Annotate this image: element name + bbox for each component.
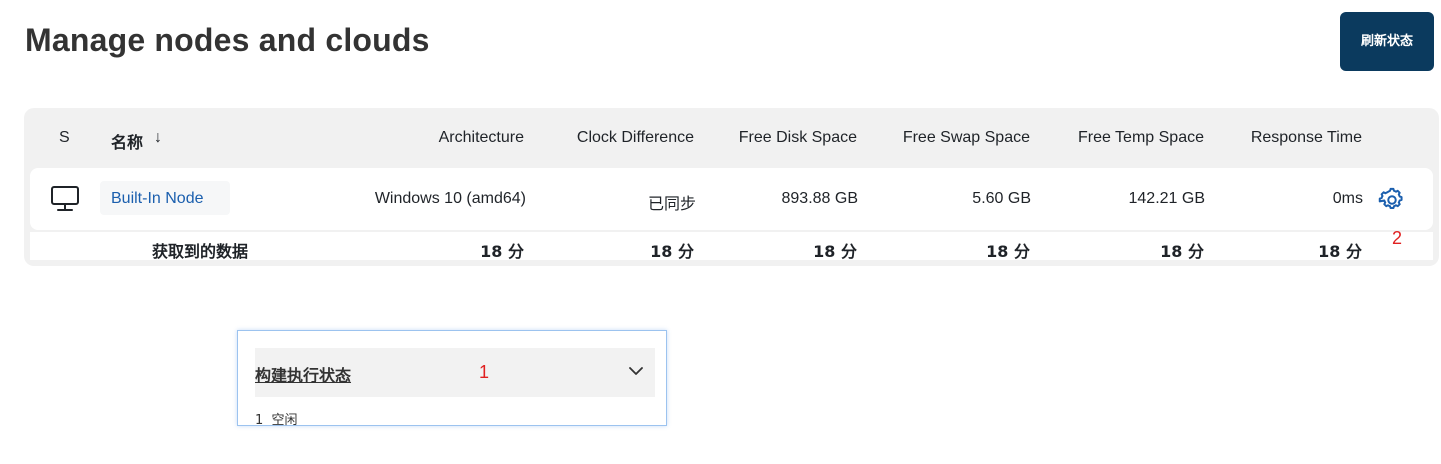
executor-item: 1 空闲 bbox=[255, 409, 298, 428]
cell-architecture: Windows 10 (amd64) bbox=[374, 190, 526, 207]
page-title: Manage nodes and clouds bbox=[25, 22, 430, 58]
footer-free-temp-space: 18 分 bbox=[1160, 242, 1204, 261]
header-response-time[interactable]: Response Time bbox=[1222, 129, 1362, 147]
footer-response-time: 18 分 bbox=[1318, 242, 1362, 261]
monitor-icon bbox=[50, 185, 80, 218]
node-name-link[interactable]: Built-In Node bbox=[111, 190, 204, 208]
header-free-temp-space[interactable]: Free Temp Space bbox=[1054, 129, 1204, 147]
footer-free-disk-space: 18 分 bbox=[813, 242, 857, 261]
node-link-background: Built-In Node bbox=[100, 181, 230, 215]
build-executor-status-header[interactable]: 构建执行状态 bbox=[255, 348, 655, 397]
header-status[interactable]: S bbox=[59, 129, 70, 147]
header-name[interactable]: 名称 bbox=[111, 129, 143, 153]
footer-clock-difference: 18 分 bbox=[650, 242, 694, 261]
cell-response-time: 0ms bbox=[1332, 190, 1363, 207]
executor-status: 空闲 bbox=[271, 413, 298, 428]
cell-free-swap-space: 5.60 GB bbox=[972, 190, 1031, 207]
build-executor-status-title[interactable]: 构建执行状态 bbox=[255, 362, 351, 386]
header-free-disk-space[interactable]: Free Disk Space bbox=[717, 129, 857, 147]
executor-number: 1 bbox=[255, 413, 264, 428]
refresh-status-button[interactable]: 刷新状态 bbox=[1340, 12, 1434, 71]
cell-clock-difference: 已同步 bbox=[647, 194, 696, 213]
footer-free-swap-space: 18 分 bbox=[986, 242, 1030, 261]
header-architecture[interactable]: Architecture bbox=[404, 129, 524, 147]
header-free-swap-space[interactable]: Free Swap Space bbox=[880, 129, 1030, 147]
build-executor-panel: 构建执行状态 1 空闲 bbox=[237, 330, 667, 428]
chevron-down-icon[interactable] bbox=[628, 363, 644, 384]
cell-free-disk-space: 893.88 GB bbox=[781, 190, 859, 207]
annotation-two: 2 bbox=[1392, 228, 1403, 248]
header-clock-difference[interactable]: Clock Difference bbox=[554, 129, 694, 147]
table-row bbox=[30, 168, 1433, 230]
annotation-one: 1 bbox=[479, 362, 490, 382]
footer-label: 获取到的数据 bbox=[152, 242, 249, 261]
footer-architecture: 18 分 bbox=[480, 242, 524, 261]
cell-free-temp-space: 142.21 GB bbox=[1128, 190, 1206, 207]
gear-icon[interactable] bbox=[1378, 186, 1406, 219]
sort-arrow-icon[interactable]: ↓ bbox=[154, 129, 162, 147]
